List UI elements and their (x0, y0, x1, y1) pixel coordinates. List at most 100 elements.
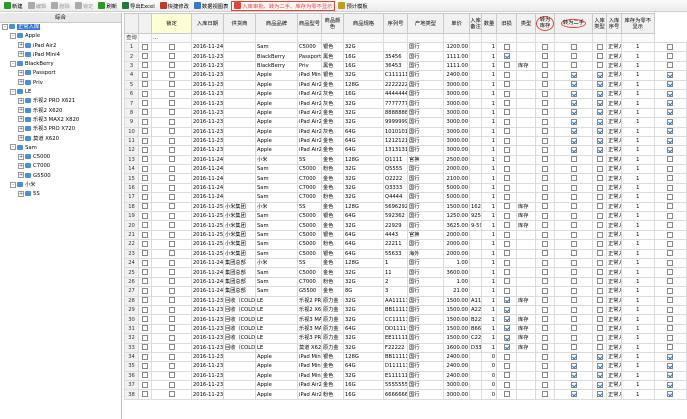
table-cell[interactable]: Apple (255, 88, 298, 100)
table-cell[interactable]: 原力金 (321, 314, 344, 325)
table-cell[interactable]: 小米 (255, 201, 298, 213)
table-cell[interactable]: 国行 (407, 361, 444, 372)
table-cell[interactable]: Apple (255, 79, 298, 90)
row-select-cell[interactable] (138, 145, 152, 156)
cell-checkbox[interactable] (596, 240, 603, 247)
cell-checkbox[interactable] (503, 128, 510, 135)
row-select-cell[interactable] (138, 182, 152, 194)
cell-checkbox[interactable] (667, 381, 674, 388)
cell-checkbox[interactable] (542, 203, 548, 210)
checkbox-cell[interactable] (554, 88, 593, 100)
table-cell[interactable]: iPad Air2 (297, 389, 322, 400)
collapse-icon[interactable]: - (10, 60, 16, 67)
cell-checkbox[interactable] (570, 316, 577, 323)
table-cell[interactable]: BB11111 (383, 304, 408, 316)
table-cell[interactable]: 国行 (407, 257, 444, 269)
cell-checkbox[interactable] (503, 222, 510, 229)
checkbox-cell[interactable] (653, 295, 687, 306)
checkbox-cell[interactable] (653, 314, 687, 325)
lock-checkbox[interactable] (168, 287, 175, 294)
table-cell[interactable]: 灰色 (321, 88, 344, 100)
table-cell[interactable]: 2016-11-23 (191, 79, 224, 90)
table-cell[interactable]: 32G (343, 182, 384, 194)
table-cell[interactable]: Apple (255, 70, 298, 81)
cell-checkbox[interactable] (503, 203, 510, 210)
row-checkbox[interactable] (142, 118, 148, 125)
row-select-cell[interactable] (138, 135, 152, 147)
checkbox-cell[interactable] (496, 361, 517, 372)
table-cell[interactable]: Sam (255, 164, 298, 175)
cell-checkbox[interactable] (503, 90, 510, 97)
checkbox-cell[interactable] (554, 229, 593, 241)
lock-cell[interactable] (151, 361, 192, 372)
filter-cell[interactable] (481, 33, 497, 43)
table-cell[interactable]: 3000.00 (443, 117, 470, 128)
checkbox-cell[interactable] (554, 286, 593, 297)
table-cell[interactable]: 32G (343, 314, 384, 325)
toolbar-button-0[interactable]: 新建 (2, 1, 25, 11)
tree-node[interactable]: - Sam (0, 144, 121, 153)
checkbox-cell[interactable] (496, 126, 517, 137)
cell-checkbox[interactable] (542, 100, 548, 107)
checkbox-cell[interactable] (535, 51, 555, 62)
checkbox-cell[interactable] (653, 239, 687, 250)
table-cell[interactable]: 1500.00 (443, 323, 470, 335)
checkbox-cell[interactable] (592, 88, 607, 100)
row-checkbox[interactable] (142, 137, 148, 144)
table-cell[interactable]: 2016-11-23 (191, 304, 224, 316)
table-cell[interactable]: 666666666666 (383, 389, 408, 400)
checkbox-cell[interactable] (592, 333, 607, 344)
table-cell[interactable]: 32G (343, 107, 384, 119)
checkbox-cell[interactable] (535, 41, 555, 53)
table-row[interactable]: 4 2016-11-23 AppleiPad Mini4银色32GC11111111… (124, 70, 687, 81)
checkbox-cell[interactable] (535, 98, 555, 109)
table-cell[interactable]: A222 (469, 304, 482, 316)
table-row[interactable]: 3 2016-11-23 BlackBerry Priv 黑色 16G 36453 国行 111… (124, 60, 687, 72)
lock-cell[interactable] (151, 304, 192, 316)
filter-cell[interactable] (138, 33, 152, 43)
row-checkbox[interactable] (142, 278, 148, 285)
table-cell[interactable]: F22222 (383, 342, 408, 353)
table-cell[interactable] (516, 239, 536, 250)
toolbar-button-8[interactable]: 入库审批、转为二手、库存为零不显示 (231, 0, 336, 11)
lock-checkbox[interactable] (168, 344, 175, 351)
table-cell[interactable]: 金色 (321, 361, 344, 372)
cell-checkbox[interactable] (570, 325, 577, 332)
row-select-cell[interactable] (138, 107, 152, 119)
row-checkbox[interactable] (142, 250, 148, 257)
checkbox-cell[interactable] (592, 257, 607, 269)
cell-checkbox[interactable] (503, 269, 510, 276)
row-select-cell[interactable] (138, 192, 152, 203)
cell-checkbox[interactable] (596, 43, 603, 50)
table-cell[interactable] (469, 276, 482, 288)
checkbox-cell[interactable] (535, 211, 555, 222)
toolbar-button-9[interactable]: 预计模板 (336, 1, 369, 11)
table-cell[interactable]: Passport (297, 51, 322, 62)
table-cell[interactable]: 正常入库 (606, 351, 622, 363)
table-cell[interactable]: 1625606 (469, 201, 482, 213)
table-cell[interactable]: 正常入库 (606, 239, 622, 250)
table-cell[interactable]: 金色 (321, 267, 344, 278)
column-header[interactable]: 商品颜色 (321, 13, 344, 34)
table-cell[interactable]: 国行 (407, 60, 444, 72)
table-cell[interactable]: 正常入库 (606, 173, 622, 184)
checkbox-cell[interactable] (592, 182, 607, 194)
table-row[interactable]: 32 2016-11-23回收（COLD）LE乐视3 PRO X720原力金32G… (124, 333, 687, 344)
cell-checkbox[interactable] (667, 316, 674, 323)
table-cell[interactable] (223, 173, 256, 184)
cell-checkbox[interactable] (542, 287, 548, 294)
table-cell[interactable]: 1 (621, 257, 655, 269)
table-cell[interactable]: 2016-11-23 (191, 351, 224, 363)
row-checkbox[interactable] (142, 100, 148, 107)
table-cell[interactable] (223, 88, 256, 100)
cell-checkbox[interactable] (570, 118, 577, 125)
checkbox-cell[interactable] (592, 295, 607, 306)
checkbox-cell[interactable] (653, 248, 687, 260)
table-cell[interactable]: 银色 (321, 70, 344, 81)
row-select-cell[interactable] (138, 154, 152, 166)
row-select-cell[interactable] (138, 220, 152, 231)
table-cell[interactable]: Q3333 (383, 182, 408, 194)
cell-checkbox[interactable] (596, 287, 603, 294)
table-cell[interactable]: 国行 (407, 370, 444, 382)
table-cell[interactable]: 1 (621, 286, 655, 297)
